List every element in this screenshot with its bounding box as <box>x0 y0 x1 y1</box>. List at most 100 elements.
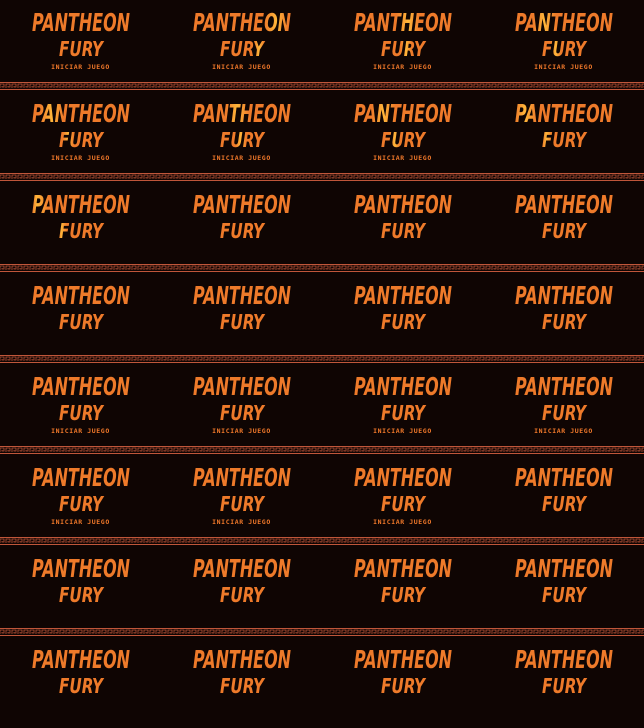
pantheon-fury-logo: PANTHEON FURY <box>32 554 130 607</box>
pantheon-fury-logo: PANTHEON FURY <box>32 463 130 516</box>
greek-key-border <box>0 355 644 363</box>
title-frame: PANTHEON FURY INICIAR JUEGO <box>0 0 161 83</box>
title-frame: PANTHEON FURY INICIAR JUEGO <box>0 182 161 265</box>
pantheon-fury-logo: PANTHEON FURY <box>193 372 291 425</box>
title-frame: PANTHEON FURY INICIAR JUEGO <box>322 455 483 538</box>
title-frame: PANTHEON FURY INICIAR JUEGO <box>161 0 322 83</box>
svg-text:FURY: FURY <box>542 219 588 243</box>
pantheon-fury-logo: PANTHEON FURY <box>515 372 613 425</box>
start-game-button[interactable]: INICIAR JUEGO <box>534 63 593 72</box>
pantheon-fury-logo: PANTHEON FURY <box>354 8 452 61</box>
svg-text:FURY: FURY <box>381 492 427 516</box>
title-frame: PANTHEON FURY INICIAR JUEGO <box>161 364 322 447</box>
start-game-button[interactable]: INICIAR JUEGO <box>373 427 432 436</box>
title-frame: PANTHEON FURY INICIAR JUEGO <box>483 273 644 356</box>
title-frame: PANTHEON FURY INICIAR JUEGO <box>322 546 483 629</box>
start-game-button[interactable]: INICIAR JUEGO <box>51 63 110 72</box>
svg-text:FURY: FURY <box>220 492 266 516</box>
svg-text:FURY: FURY <box>59 492 105 516</box>
sprite-row: PANTHEON FURY INICIAR JUEGO PANTHEON FUR… <box>0 91 644 174</box>
start-game-button[interactable]: INICIAR JUEGO <box>51 427 110 436</box>
start-game-button[interactable]: INICIAR JUEGO <box>373 154 432 163</box>
svg-text:FURY: FURY <box>220 583 266 607</box>
title-frame: PANTHEON FURY INICIAR JUEGO <box>483 182 644 265</box>
title-frame: PANTHEON FURY INICIAR JUEGO <box>161 637 322 720</box>
svg-text:PANTHEON: PANTHEON <box>193 281 291 310</box>
svg-text:PANTHEON: PANTHEON <box>193 463 291 492</box>
pantheon-fury-logo: PANTHEON FURY <box>193 8 291 61</box>
sprite-row: PANTHEON FURY INICIAR JUEGO PANTHEON FUR… <box>0 273 644 356</box>
start-game-button[interactable]: INICIAR JUEGO <box>212 518 271 527</box>
svg-text:PANTHEON: PANTHEON <box>32 281 130 310</box>
svg-text:PANTHEON: PANTHEON <box>515 281 613 310</box>
svg-text:PANTHEON: PANTHEON <box>354 8 452 37</box>
svg-text:PANTHEON: PANTHEON <box>354 190 452 219</box>
svg-text:FURY: FURY <box>381 37 427 61</box>
title-frame: PANTHEON FURY INICIAR JUEGO <box>0 637 161 720</box>
svg-text:PANTHEON: PANTHEON <box>515 190 613 219</box>
svg-text:FURY: FURY <box>381 583 427 607</box>
title-frame: PANTHEON FURY INICIAR JUEGO <box>322 182 483 265</box>
start-game-button[interactable]: INICIAR JUEGO <box>51 154 110 163</box>
pantheon-fury-logo: PANTHEON FURY <box>354 645 452 698</box>
svg-text:PANTHEON: PANTHEON <box>354 463 452 492</box>
start-game-button[interactable]: INICIAR JUEGO <box>212 427 271 436</box>
greek-key-border <box>0 537 644 545</box>
pantheon-fury-logo: PANTHEON FURY <box>32 99 130 152</box>
title-frame: PANTHEON FURY INICIAR JUEGO <box>483 546 644 629</box>
title-frame: PANTHEON FURY INICIAR JUEGO <box>161 455 322 538</box>
svg-text:FURY: FURY <box>542 583 588 607</box>
svg-text:FURY: FURY <box>542 401 588 425</box>
pantheon-fury-logo: PANTHEON FURY <box>354 99 452 152</box>
title-frame: PANTHEON FURY INICIAR JUEGO <box>483 0 644 83</box>
svg-text:FURY: FURY <box>381 128 427 152</box>
start-game-button[interactable]: INICIAR JUEGO <box>373 518 432 527</box>
title-frame: PANTHEON FURY INICIAR JUEGO <box>0 273 161 356</box>
pantheon-fury-logo: PANTHEON FURY <box>515 99 613 152</box>
svg-text:PANTHEON: PANTHEON <box>32 8 130 37</box>
svg-text:FURY: FURY <box>381 310 427 334</box>
svg-text:PANTHEON: PANTHEON <box>193 99 291 128</box>
pantheon-fury-logo: PANTHEON FURY <box>32 190 130 243</box>
pantheon-fury-logo: PANTHEON FURY <box>193 554 291 607</box>
svg-text:FURY: FURY <box>542 128 588 152</box>
title-frame: PANTHEON FURY INICIAR JUEGO <box>0 455 161 538</box>
svg-text:PANTHEON: PANTHEON <box>193 190 291 219</box>
sprite-row: PANTHEON FURY INICIAR JUEGO PANTHEON FUR… <box>0 455 644 538</box>
svg-text:PANTHEON: PANTHEON <box>354 372 452 401</box>
title-frame: PANTHEON FURY INICIAR JUEGO <box>161 273 322 356</box>
svg-text:PANTHEON: PANTHEON <box>32 99 130 128</box>
svg-text:PANTHEON: PANTHEON <box>515 99 613 128</box>
pantheon-fury-logo: PANTHEON FURY <box>32 8 130 61</box>
svg-text:FURY: FURY <box>59 401 105 425</box>
pantheon-fury-logo: PANTHEON FURY <box>193 645 291 698</box>
pantheon-fury-logo: PANTHEON FURY <box>515 645 613 698</box>
svg-text:FURY: FURY <box>220 219 266 243</box>
title-frame: PANTHEON FURY INICIAR JUEGO <box>483 637 644 720</box>
pantheon-fury-logo: PANTHEON FURY <box>515 463 613 516</box>
svg-text:PANTHEON: PANTHEON <box>193 8 291 37</box>
title-frame: PANTHEON FURY INICIAR JUEGO <box>483 364 644 447</box>
title-frame: PANTHEON FURY INICIAR JUEGO <box>483 455 644 538</box>
svg-text:PANTHEON: PANTHEON <box>193 645 291 674</box>
start-game-button[interactable]: INICIAR JUEGO <box>212 154 271 163</box>
svg-text:PANTHEON: PANTHEON <box>354 645 452 674</box>
greek-key-border <box>0 446 644 454</box>
start-game-button[interactable]: INICIAR JUEGO <box>373 63 432 72</box>
greek-key-border <box>0 82 644 90</box>
svg-text:FURY: FURY <box>59 128 105 152</box>
svg-text:FURY: FURY <box>59 219 105 243</box>
start-game-button[interactable]: INICIAR JUEGO <box>534 427 593 436</box>
svg-text:PANTHEON: PANTHEON <box>515 463 613 492</box>
sprite-row: PANTHEON FURY INICIAR JUEGO PANTHEON FUR… <box>0 546 644 629</box>
start-game-button[interactable]: INICIAR JUEGO <box>51 518 110 527</box>
sprite-row: PANTHEON FURY INICIAR JUEGO PANTHEON FUR… <box>0 364 644 447</box>
start-game-button[interactable]: INICIAR JUEGO <box>212 63 271 72</box>
pantheon-fury-logo: PANTHEON FURY <box>32 281 130 334</box>
title-frame: PANTHEON FURY INICIAR JUEGO <box>161 546 322 629</box>
svg-text:PANTHEON: PANTHEON <box>193 372 291 401</box>
title-frame: PANTHEON FURY INICIAR JUEGO <box>161 182 322 265</box>
svg-text:PANTHEON: PANTHEON <box>354 281 452 310</box>
pantheon-fury-logo: PANTHEON FURY <box>515 281 613 334</box>
pantheon-fury-logo: PANTHEON FURY <box>193 281 291 334</box>
